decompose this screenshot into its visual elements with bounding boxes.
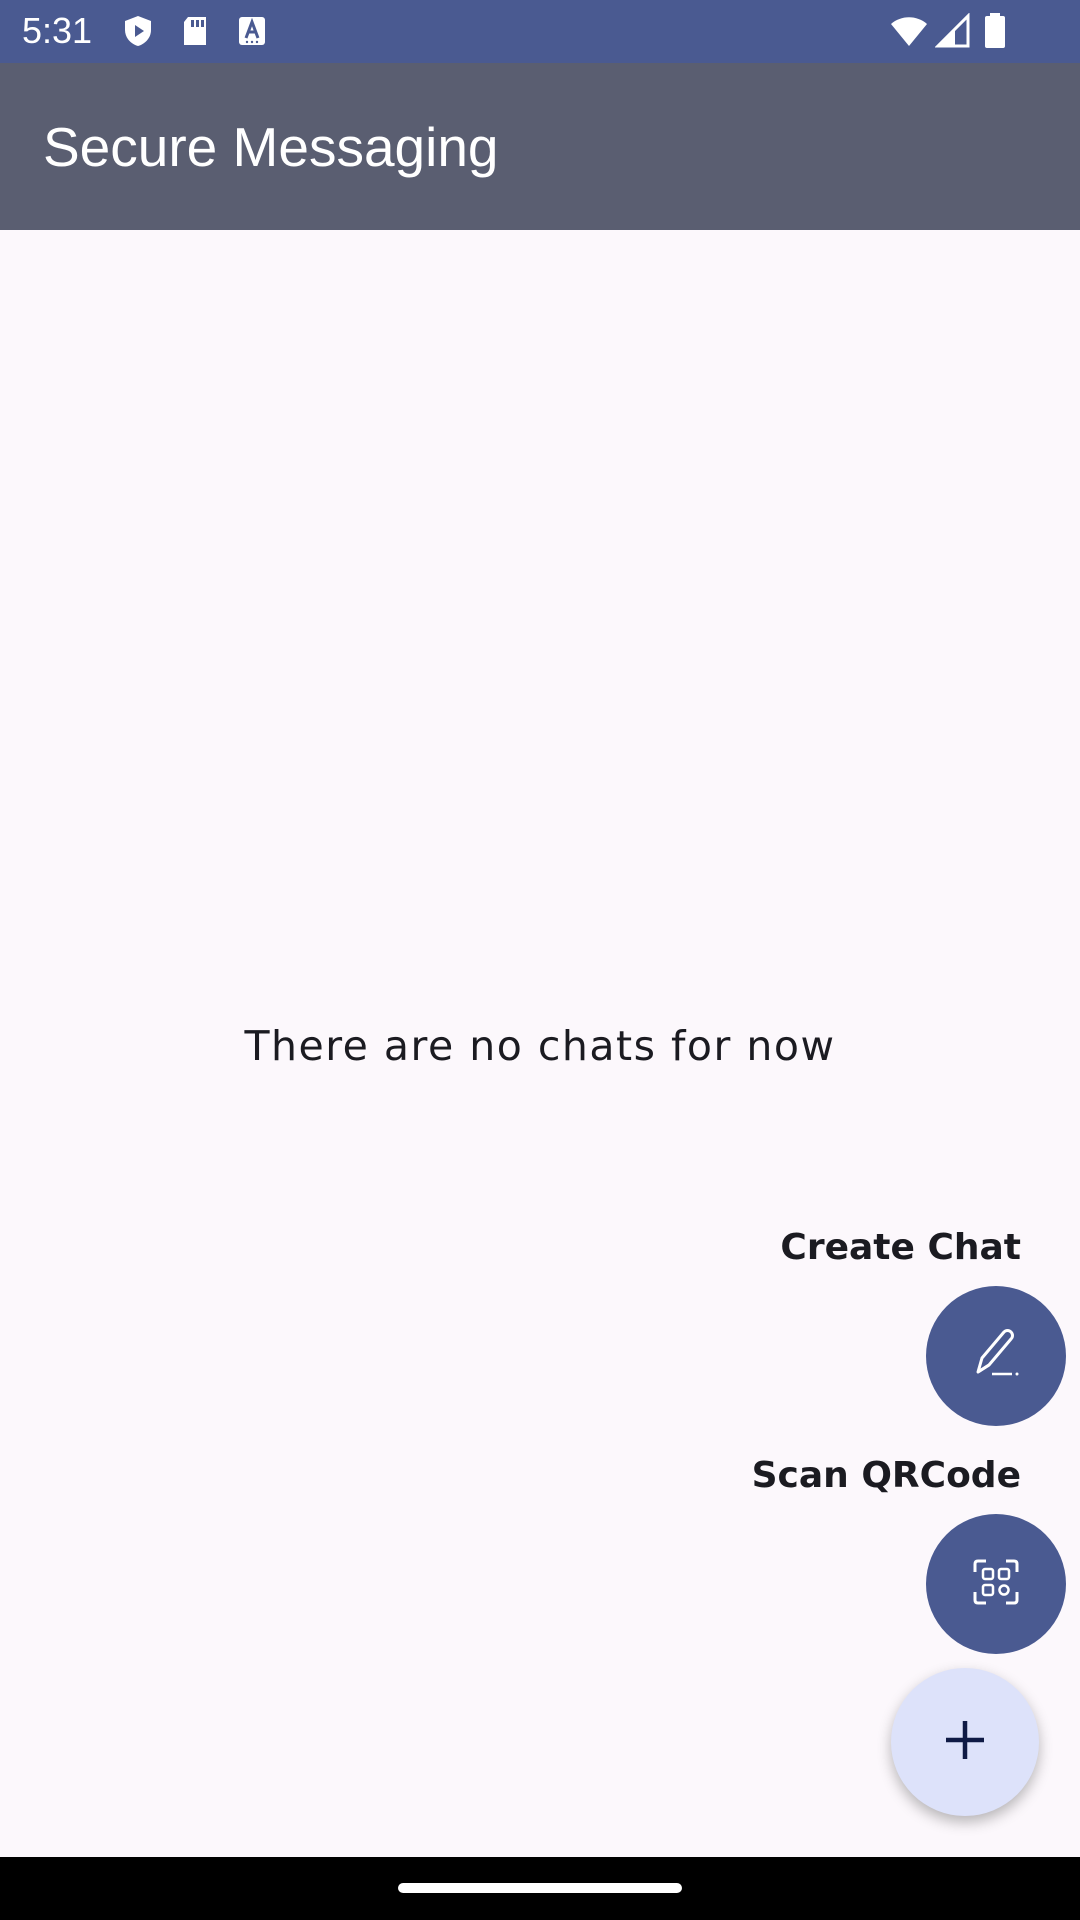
create-chat-label[interactable]: Create Chat xyxy=(780,1226,1021,1270)
plus-icon xyxy=(943,1718,987,1767)
create-chat-button[interactable] xyxy=(926,1286,1066,1426)
scan-qr-button[interactable] xyxy=(926,1514,1066,1654)
fab-menu-toggle-button[interactable] xyxy=(891,1668,1039,1816)
scan-qr-label[interactable]: Scan QRCode xyxy=(752,1454,1021,1498)
pen-icon xyxy=(968,1326,1024,1387)
signal-icon xyxy=(934,12,971,49)
system-navigation-bar xyxy=(0,1857,1080,1920)
qr-scan-icon xyxy=(972,1558,1020,1611)
app-bar: Secure Messaging xyxy=(0,63,1080,230)
status-time: 5:31 xyxy=(22,10,93,51)
home-gesture-handle[interactable] xyxy=(398,1883,682,1893)
text-a-icon xyxy=(234,13,270,49)
empty-state-message: There are no chats for now xyxy=(244,1022,836,1070)
battery-icon xyxy=(982,13,1018,49)
page-title: Secure Messaging xyxy=(43,116,499,178)
shield-icon xyxy=(120,13,156,49)
status-bar: 5:31 xyxy=(0,0,1080,63)
wifi-icon xyxy=(890,13,927,49)
sd-card-icon xyxy=(177,13,213,49)
